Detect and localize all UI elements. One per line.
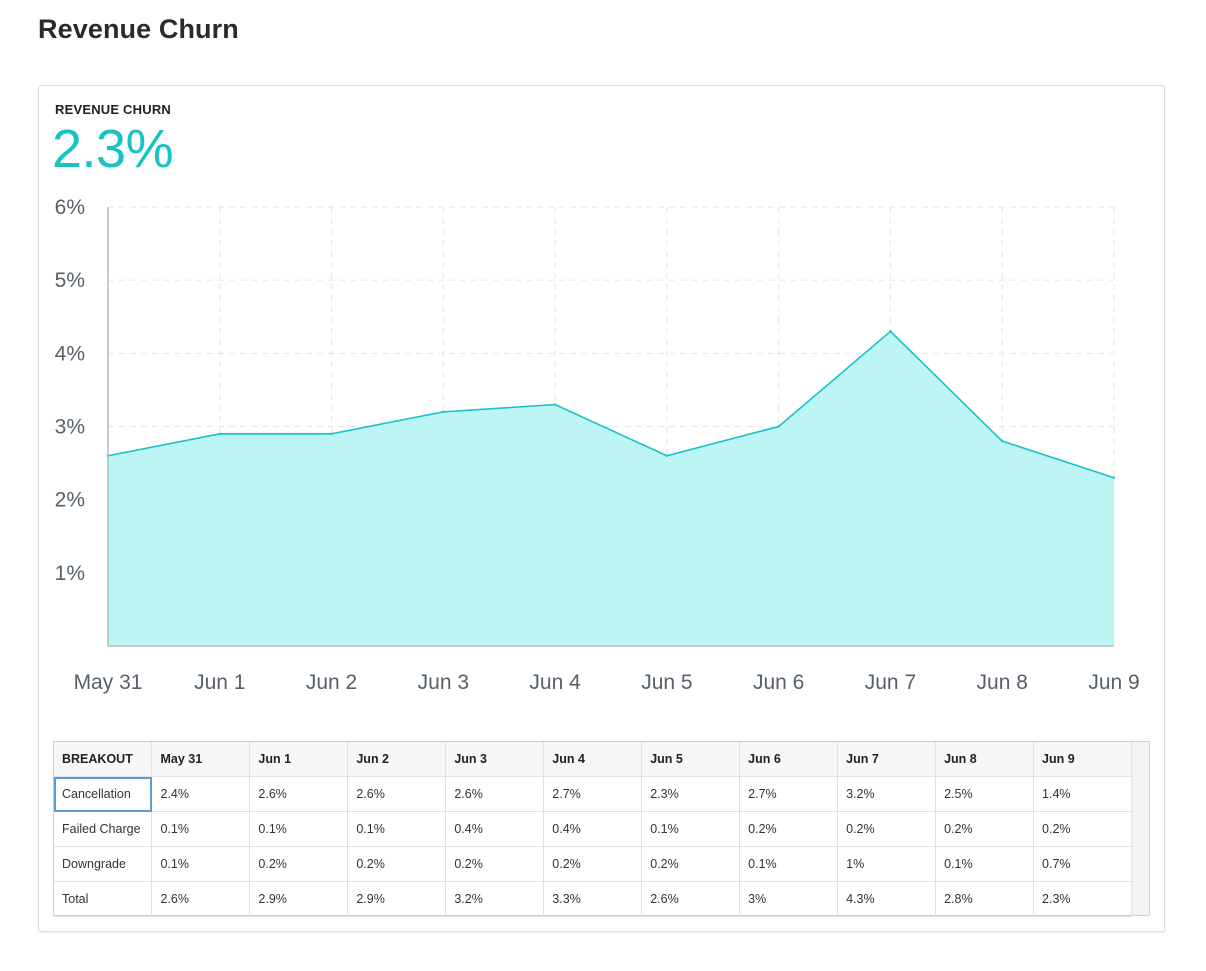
- x-tick-label: Jun 7: [865, 671, 916, 694]
- data-point: [218, 432, 221, 436]
- column-header: Jun 5: [641, 742, 741, 777]
- y-tick-label: 5%: [55, 269, 85, 292]
- row-label-cell[interactable]: Failed Charge: [54, 811, 153, 847]
- table-cell[interactable]: 3.2%: [837, 776, 937, 812]
- revenue-churn-chart: 1% 2% 3% 4% 5% 6% May 31 Jun 1 Jun 2 Jun 3 Jun 4 Ju…: [55, 196, 1140, 694]
- x-tick-label: Jun 8: [977, 671, 1028, 694]
- table-cell[interactable]: 2.9%: [249, 881, 349, 917]
- breakout-table-container: BREAKOUT May 31 Jun 1 Jun 2 Jun 3 Jun 4 Jun 5J…: [53, 741, 1150, 917]
- table-cell[interactable]: 2.4%: [151, 776, 251, 812]
- table-cell[interactable]: 0.7%: [1033, 846, 1132, 882]
- breakout-header-row: BREAKOUT May 31 Jun 1 Jun 2 Jun 3 Jun 4 Jun 5J…: [54, 742, 1132, 777]
- table-cell[interactable]: 2.5%: [935, 776, 1035, 812]
- table-scrollbar-gutter[interactable]: [1131, 742, 1149, 915]
- table-cell[interactable]: 0.1%: [151, 846, 251, 882]
- x-tick-label: Jun 9: [1088, 671, 1139, 694]
- table-cell[interactable]: 2.6%: [151, 881, 251, 917]
- x-tick-label: May 31: [74, 671, 143, 694]
- data-point: [442, 410, 445, 414]
- table-cell[interactable]: 2.9%: [347, 881, 447, 917]
- data-point: [330, 432, 333, 436]
- breakout-table: BREAKOUT May 31 Jun 1 Jun 2 Jun 3 Jun 4 Jun 5J…: [54, 742, 1132, 917]
- table-row: Downgrade 0.1% 0.2% 0.2% 0.2% 0.2% 0.2% 0.1% 1% 0…: [54, 846, 1132, 882]
- y-tick-label: 1%: [55, 562, 85, 585]
- table-cell[interactable]: 0.2%: [445, 846, 545, 882]
- row-label-cell[interactable]: Total: [54, 881, 153, 917]
- page-title: Revenue Churn: [38, 14, 239, 44]
- table-cell[interactable]: 2.7%: [739, 776, 839, 812]
- table-cell[interactable]: 0.2%: [543, 846, 643, 882]
- x-tick-label: Jun 1: [194, 671, 245, 694]
- data-point: [889, 330, 892, 333]
- data-point: [1112, 476, 1116, 479]
- x-tick-label: Jun 5: [641, 671, 692, 694]
- table-cell[interactable]: 0.1%: [347, 811, 447, 847]
- table-cell[interactable]: 3.3%: [543, 881, 643, 917]
- table-cell[interactable]: 0.2%: [347, 846, 447, 882]
- table-cell[interactable]: 0.2%: [1033, 811, 1132, 847]
- table-cell[interactable]: 2.6%: [347, 776, 447, 812]
- table-cell[interactable]: 0.4%: [445, 811, 545, 847]
- row-label-cell[interactable]: Cancellation: [54, 776, 153, 812]
- table-cell[interactable]: 0.2%: [249, 846, 349, 882]
- table-cell[interactable]: 3%: [739, 881, 839, 917]
- area-fill: [108, 331, 1114, 646]
- table-cell[interactable]: 2.6%: [641, 881, 741, 917]
- column-header: Jun 3: [445, 742, 545, 777]
- column-header: Jun 9: [1033, 742, 1132, 777]
- column-header: Jun 7: [837, 742, 937, 777]
- table-row: Failed Charge 0.1% 0.1% 0.1% 0.4% 0.4% 0.1% 0.2…: [54, 811, 1132, 847]
- data-point: [777, 425, 780, 428]
- table-cell[interactable]: 0.1%: [249, 811, 349, 847]
- y-tick-label: 3%: [55, 416, 85, 439]
- table-row: Cancellation 2.4% 2.6% 2.6% 2.6% 2.7% 2.3% 2.7%…: [54, 776, 1132, 812]
- row-label-cell[interactable]: Downgrade: [54, 846, 153, 882]
- x-tick-label: Jun 6: [753, 671, 804, 694]
- table-cell[interactable]: 0.2%: [837, 811, 937, 847]
- x-tick-label: Jun 2: [306, 671, 357, 694]
- table-cell[interactable]: 0.1%: [739, 846, 839, 882]
- data-point: [665, 454, 669, 457]
- column-header: Jun 8: [935, 742, 1035, 777]
- breakout-header-label: BREAKOUT: [54, 742, 153, 777]
- table-cell[interactable]: 2.7%: [543, 776, 643, 812]
- table-cell[interactable]: 0.1%: [151, 811, 251, 847]
- column-header: Jun 2: [347, 742, 447, 777]
- table-cell[interactable]: 2.6%: [249, 776, 349, 812]
- table-cell[interactable]: 1.4%: [1033, 776, 1132, 812]
- table-cell[interactable]: 0.4%: [543, 811, 643, 847]
- revenue-churn-card: REVENUE CHURN 2.3% 1% 2% 3% 4% 5% 6% May 31 Jun…: [38, 85, 1165, 932]
- x-tick-label: Jun 3: [418, 671, 469, 694]
- table-cell[interactable]: 0.1%: [935, 846, 1035, 882]
- data-point: [553, 403, 557, 406]
- table-cell[interactable]: 0.2%: [935, 811, 1035, 847]
- column-header: Jun 6: [739, 742, 839, 777]
- x-tick-label: Jun 4: [529, 671, 581, 694]
- table-cell[interactable]: 1%: [837, 846, 937, 882]
- y-tick-label: 4%: [55, 342, 85, 365]
- table-cell[interactable]: 3.2%: [445, 881, 545, 917]
- table-cell[interactable]: 0.1%: [641, 811, 741, 847]
- column-header: May 31: [151, 742, 251, 777]
- table-row: Total 2.6% 2.9% 2.9% 3.2% 3.3% 2.6% 3% 4.3% 2.8% 2…: [54, 881, 1132, 917]
- column-header: Jun 1: [249, 742, 349, 777]
- table-cell[interactable]: 2.3%: [1033, 881, 1132, 917]
- table-cell[interactable]: 2.8%: [935, 881, 1035, 917]
- table-cell[interactable]: 0.2%: [641, 846, 741, 882]
- y-tick-label: 2%: [55, 489, 85, 512]
- y-tick-label: 6%: [55, 196, 85, 219]
- data-point: [1001, 439, 1004, 443]
- table-cell[interactable]: 4.3%: [837, 881, 937, 917]
- column-header: Jun 4: [543, 742, 643, 777]
- table-cell[interactable]: 2.3%: [641, 776, 741, 812]
- table-cell[interactable]: 0.2%: [739, 811, 839, 847]
- table-cell[interactable]: 2.6%: [445, 776, 545, 812]
